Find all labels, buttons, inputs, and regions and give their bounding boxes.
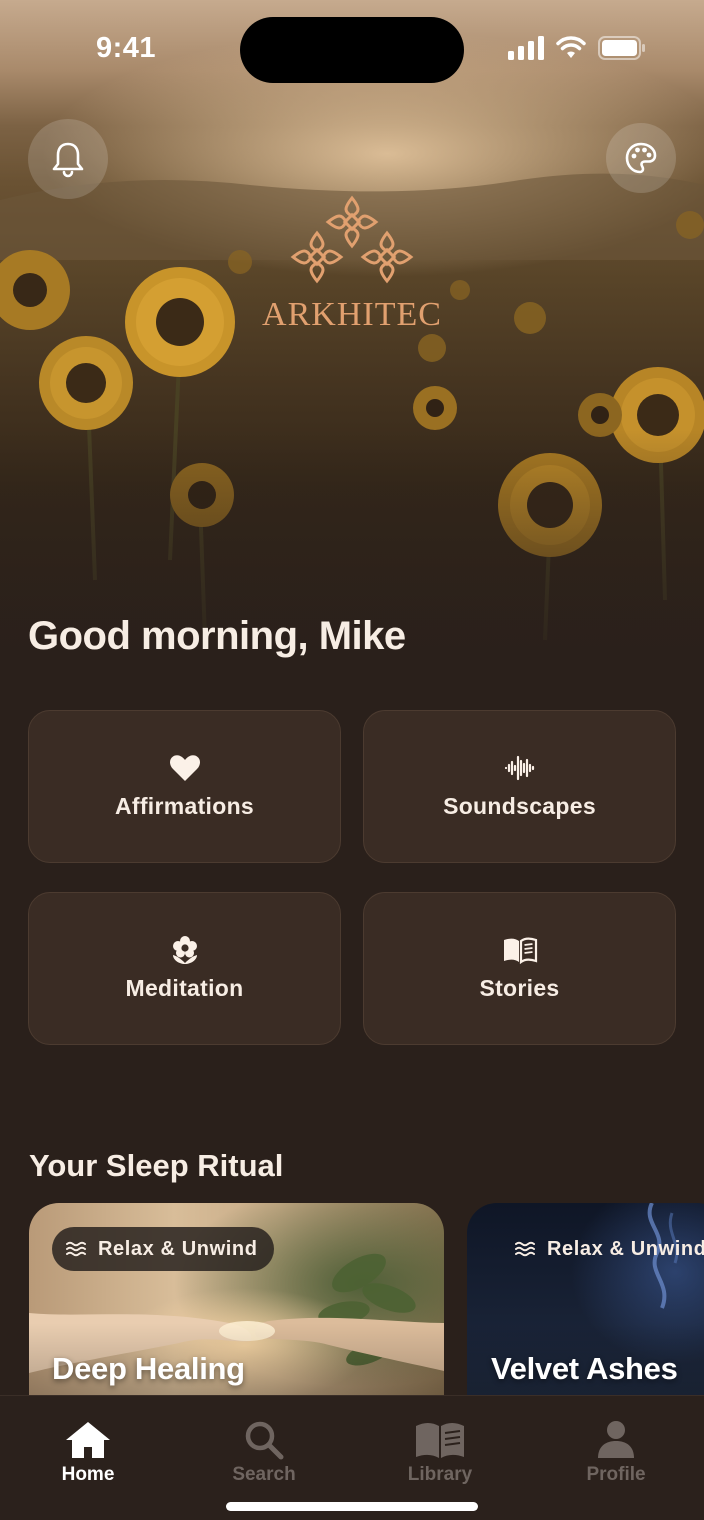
tag-chip: Relax & Unwind (501, 1227, 704, 1271)
status-icons (508, 36, 646, 60)
tab-library[interactable]: Library (380, 1420, 500, 1486)
tab-label: Profile (586, 1464, 646, 1485)
category-label: Affirmations (114, 793, 255, 819)
tag-chip: Relax & Unwind (52, 1227, 274, 1271)
greeting-heading: Good morning, Mike (28, 614, 406, 658)
home-icon (66, 1422, 110, 1458)
theme-button[interactable] (606, 123, 676, 193)
wifi-icon (556, 36, 586, 58)
sunflower-field-image (0, 173, 704, 700)
waves-icon (66, 1241, 86, 1257)
profile-icon (598, 1421, 634, 1458)
status-time: 9:41 (96, 32, 157, 64)
category-label: Stories (479, 975, 560, 1001)
tab-label: Home (61, 1464, 115, 1485)
tab-search[interactable]: Search (204, 1420, 324, 1486)
logo-mark-icon (290, 195, 414, 284)
section-title-sleep-ritual: Your Sleep Ritual (29, 1148, 284, 1183)
card-title: Deep Healing (52, 1351, 245, 1386)
brand-logo: ARKHITEC (0, 195, 704, 334)
home-indicator (226, 1502, 478, 1511)
notifications-button[interactable] (28, 119, 108, 199)
book-icon (503, 937, 537, 964)
tab-label: Search (232, 1464, 296, 1485)
tag-label: Relax & Unwind (547, 1237, 704, 1260)
category-meditation[interactable]: Meditation (28, 892, 341, 1045)
flower-icon (172, 936, 197, 964)
heart-icon (169, 755, 200, 781)
card-title: Velvet Ashes (491, 1351, 678, 1386)
tab-home[interactable]: Home (28, 1420, 148, 1486)
library-icon (416, 1423, 464, 1458)
category-affirmations[interactable]: Affirmations (28, 710, 341, 863)
tag-label: Relax & Unwind (98, 1237, 258, 1260)
search-icon (245, 1421, 284, 1460)
logo-text: ARKHITEC (262, 296, 442, 333)
cellular-signal-icon (508, 36, 544, 60)
hero-background (0, 0, 704, 700)
tab-label: Library (407, 1464, 473, 1485)
dynamic-island (240, 17, 464, 83)
bell-icon (52, 142, 84, 178)
category-soundscapes[interactable]: Soundscapes (363, 710, 676, 863)
palette-icon (625, 142, 657, 174)
waves-icon (515, 1241, 535, 1257)
category-stories[interactable]: Stories (363, 892, 676, 1045)
waveform-icon (504, 755, 534, 781)
category-label: Soundscapes (443, 793, 596, 819)
category-label: Meditation (125, 975, 244, 1001)
tab-profile[interactable]: Profile (556, 1420, 676, 1486)
battery-icon (598, 36, 645, 60)
